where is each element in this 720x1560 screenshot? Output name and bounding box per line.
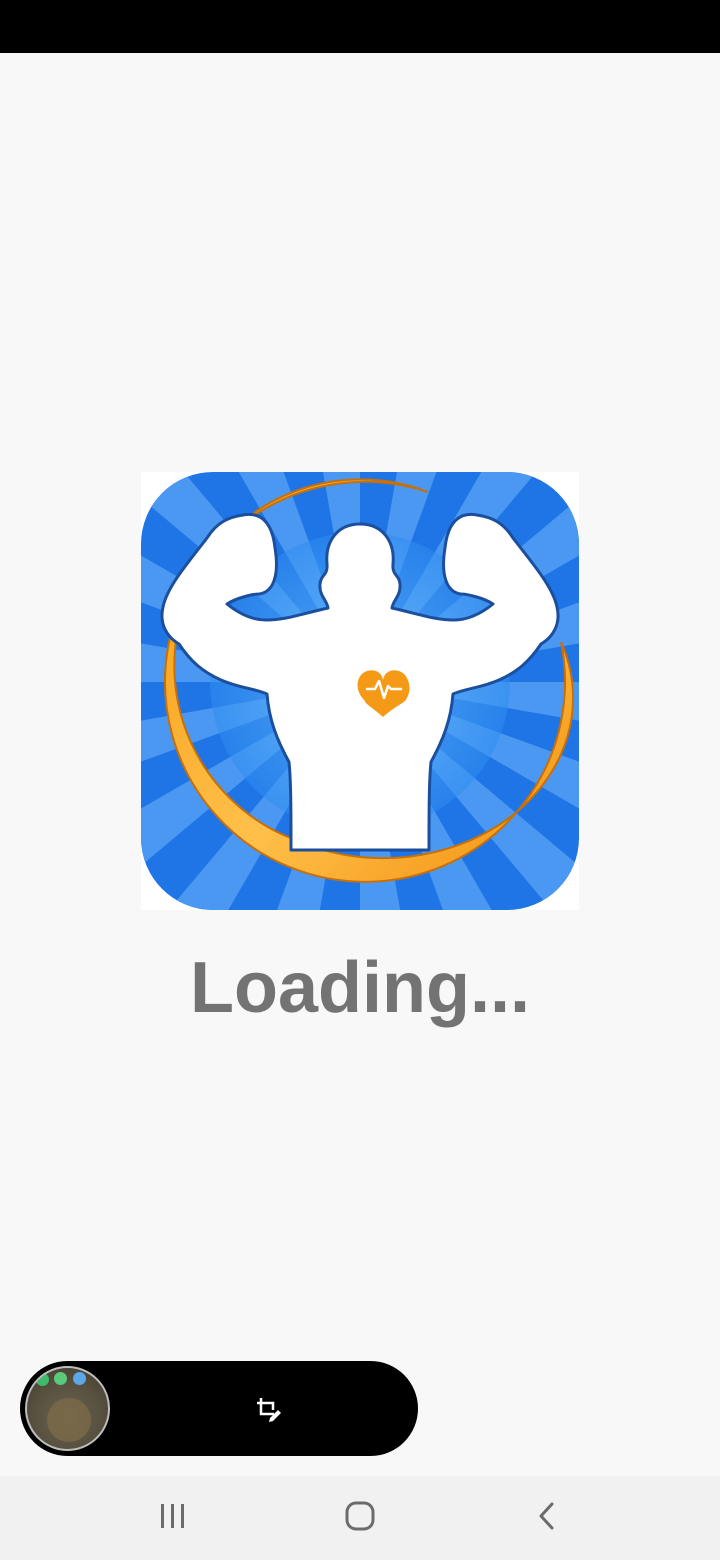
home-button[interactable] <box>300 1476 420 1560</box>
recent-apps-icon <box>158 1501 188 1536</box>
recent-screen-thumbnail[interactable] <box>25 1366 110 1451</box>
thumb-app-icon <box>36 1373 49 1386</box>
thumb-app-icon <box>54 1372 67 1385</box>
status-bar <box>0 0 720 53</box>
recent-apps-button[interactable] <box>113 1476 233 1560</box>
back-icon <box>532 1501 562 1536</box>
floating-screen-recorder-pill[interactable] <box>20 1361 418 1456</box>
thumb-figure <box>47 1398 91 1442</box>
app-logo <box>141 472 579 910</box>
navigation-bar <box>0 1476 720 1560</box>
loading-text: Loading... <box>190 948 530 1028</box>
thumb-app-icon <box>73 1372 86 1385</box>
home-icon <box>344 1500 376 1537</box>
crop-edit-icon[interactable] <box>254 1395 282 1423</box>
back-button[interactable] <box>487 1476 607 1560</box>
